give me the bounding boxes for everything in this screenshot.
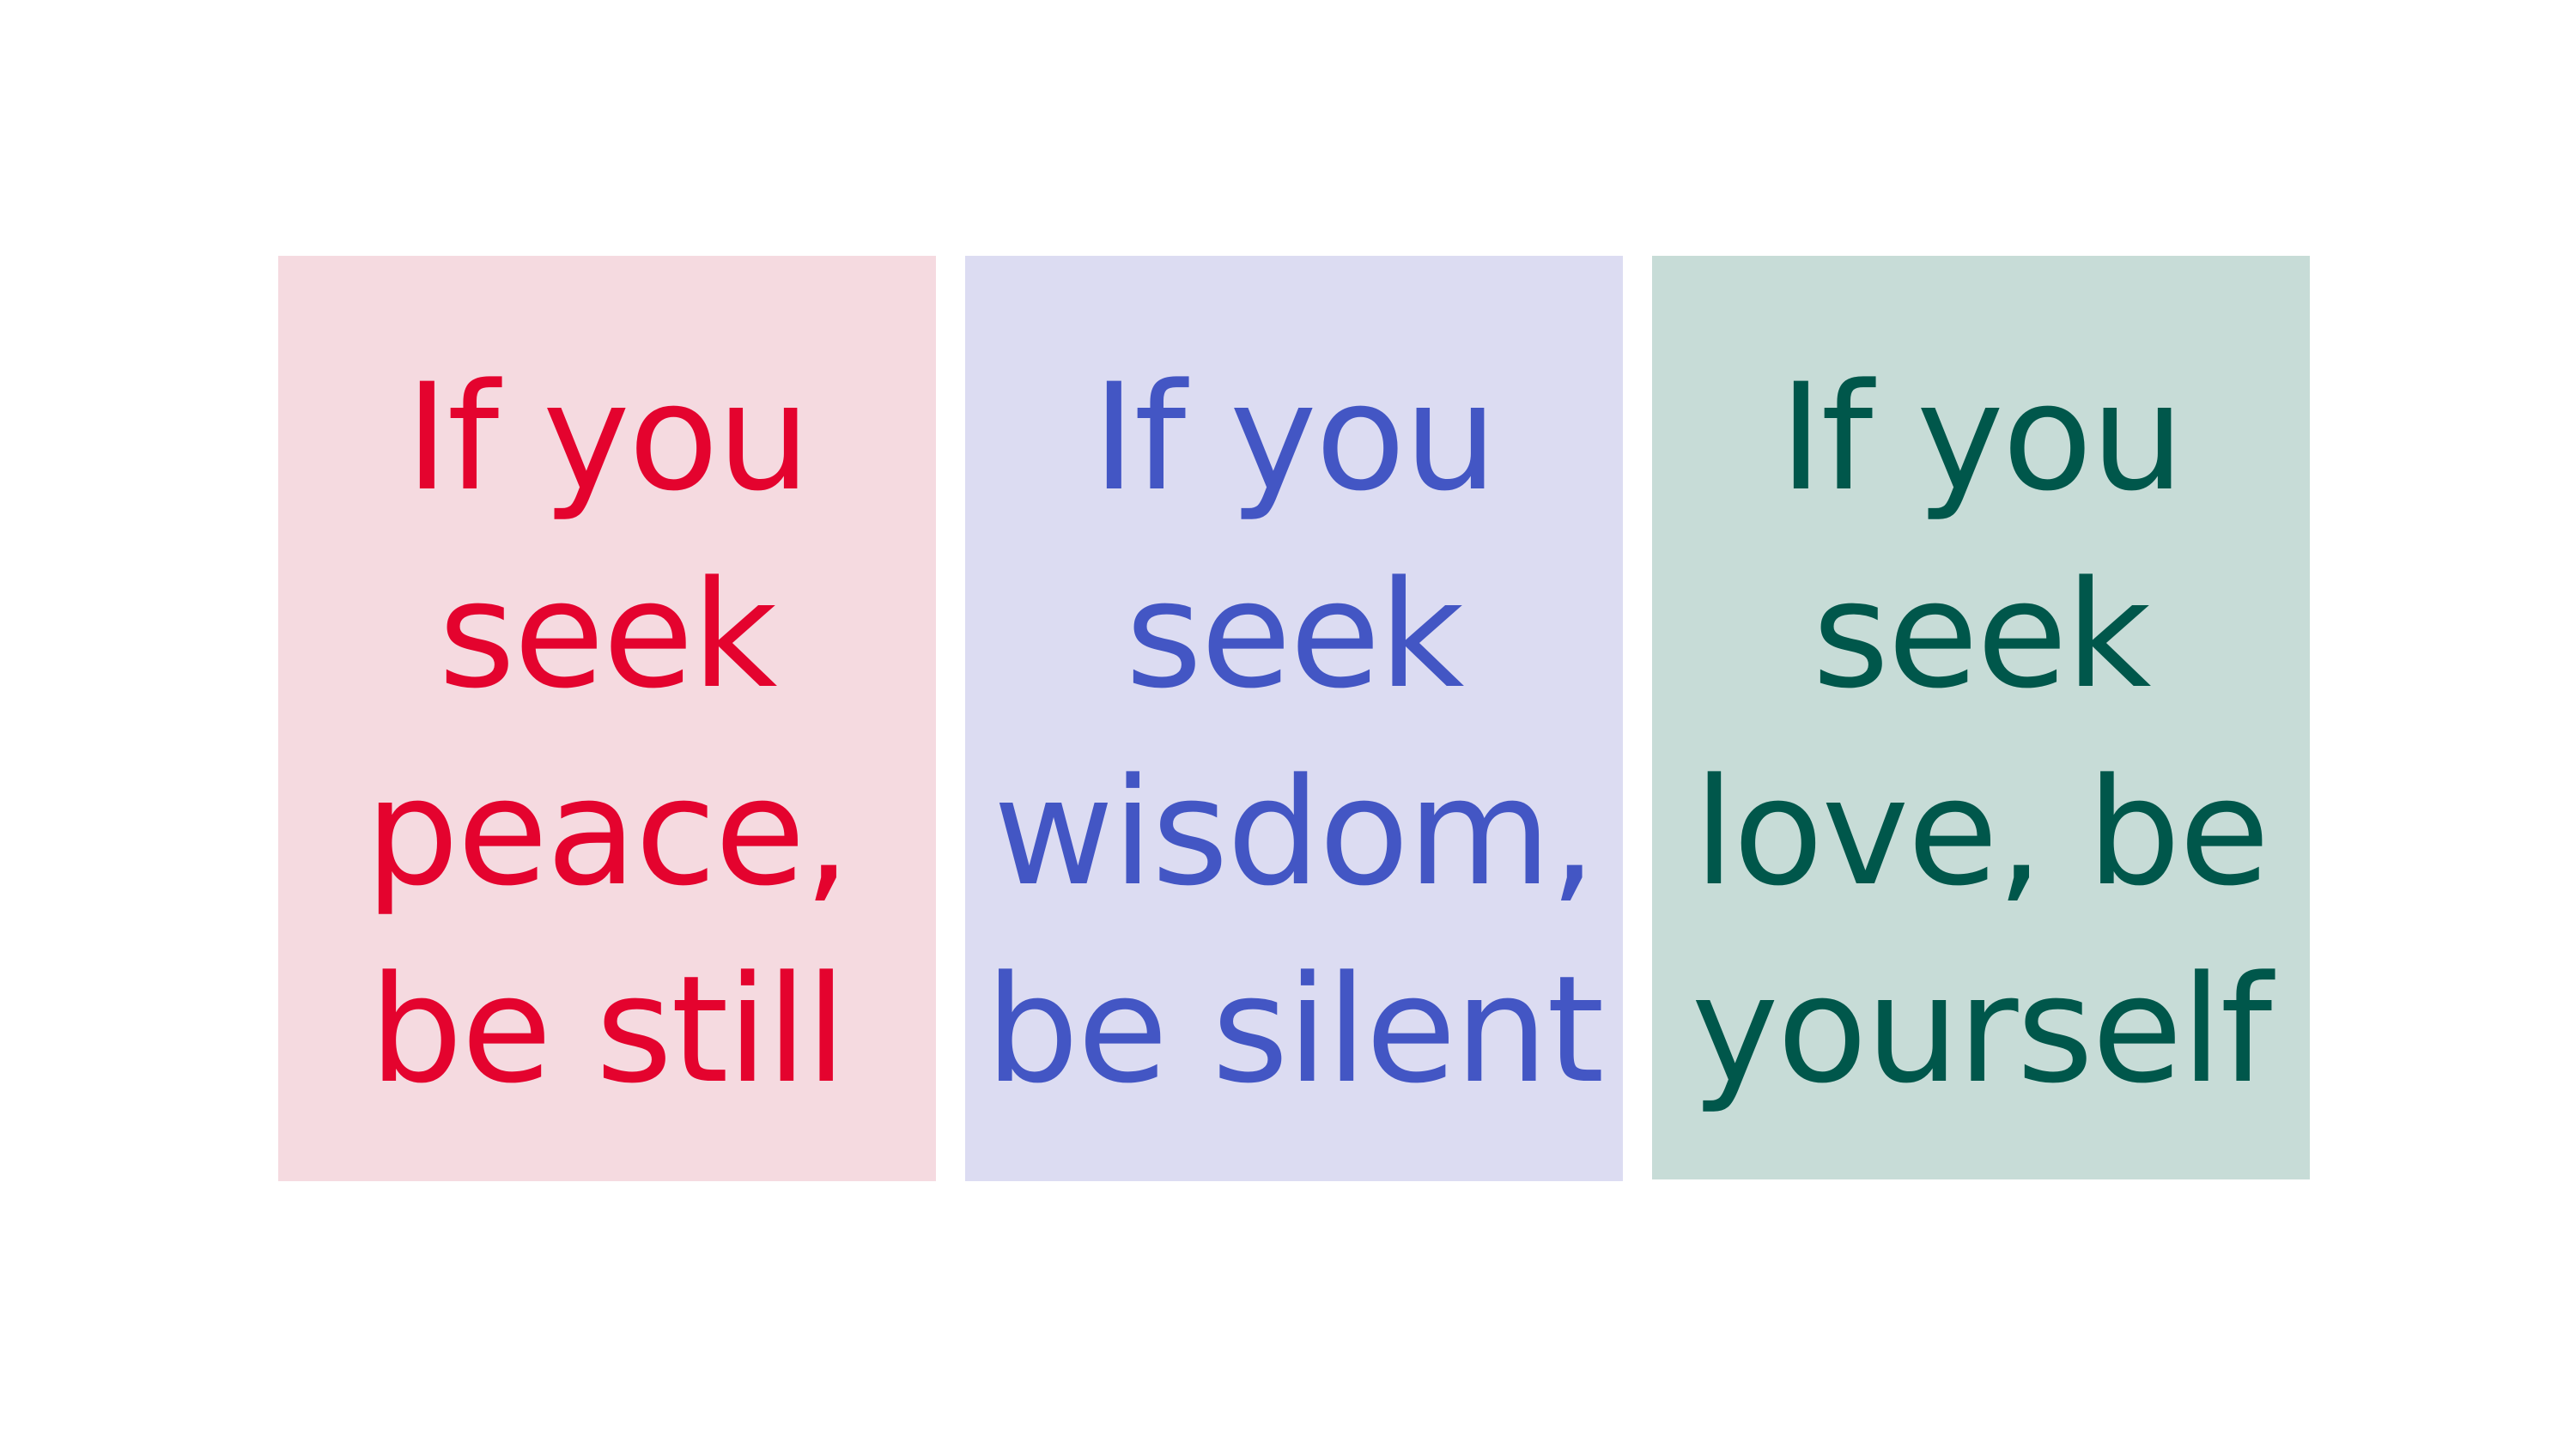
poster-wisdom: If you seek wisdom, be silent (965, 256, 1623, 1181)
poster-line-4: yourself (1691, 943, 2273, 1116)
poster-line-2: seek (1812, 549, 2152, 721)
poster-peace: If you seek peace, be still (278, 256, 936, 1181)
poster-line-3: peace, (365, 746, 850, 919)
poster-love: If you seek love, be yourself (1652, 256, 2310, 1179)
poster-line-4: be silent (985, 943, 1604, 1116)
poster-line-1: If you (1092, 351, 1498, 524)
poster-line-4: be still (368, 943, 847, 1116)
poster-line-2: seek (438, 549, 778, 721)
poster-line-3: wisdom, (993, 746, 1597, 919)
poster-line-2: seek (1125, 549, 1465, 721)
poster-line-1: If you (405, 351, 811, 524)
poster-line-3: love, be (1693, 746, 2270, 919)
poster-line-1: If you (1779, 351, 2184, 524)
